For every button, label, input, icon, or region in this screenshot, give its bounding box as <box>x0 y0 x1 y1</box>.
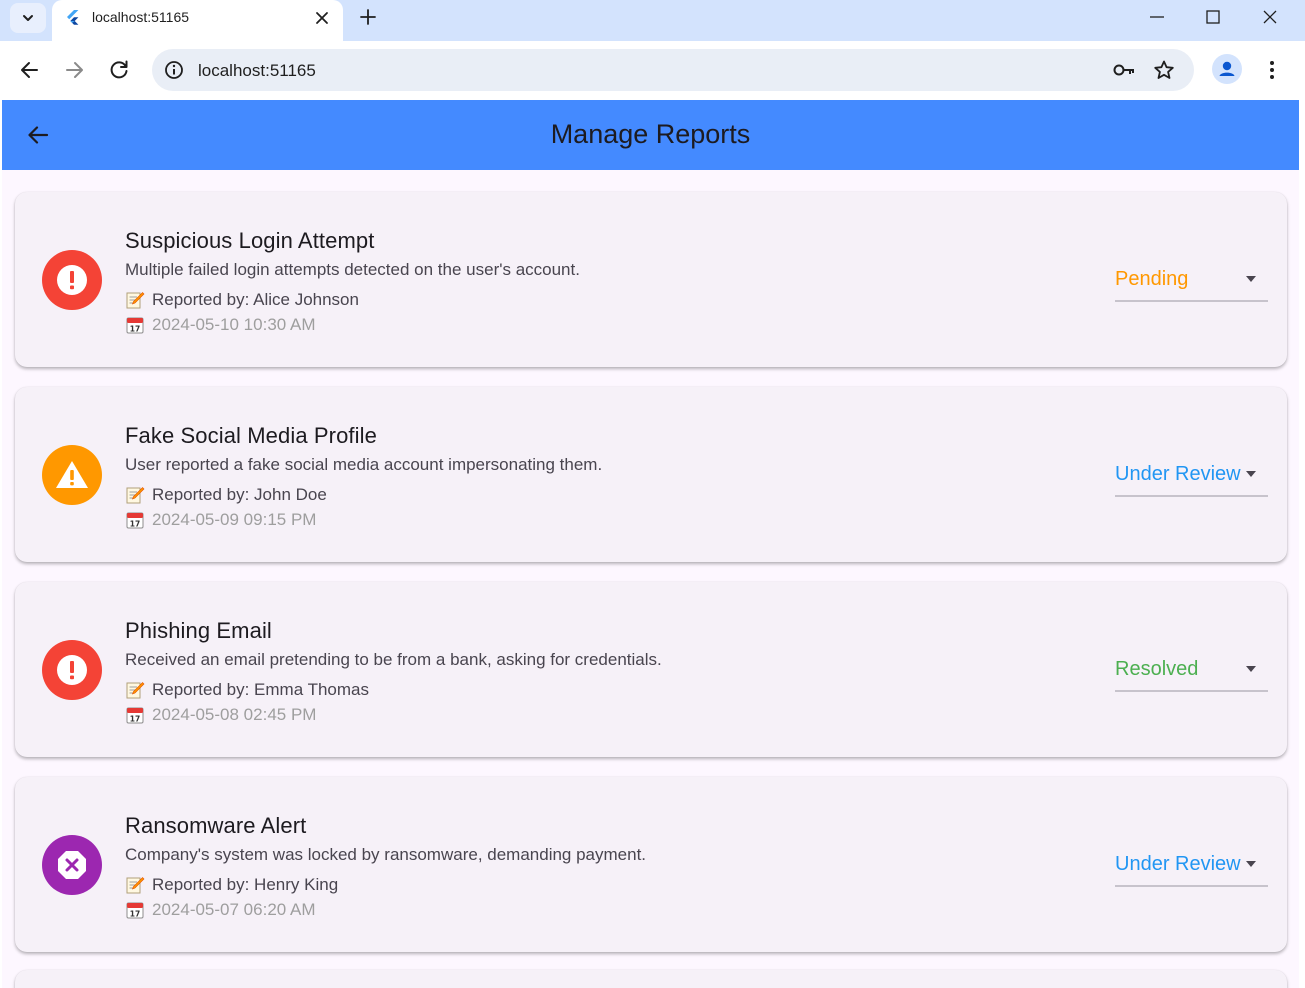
dangerous-icon <box>58 851 86 879</box>
svg-text:17: 17 <box>130 520 140 529</box>
report-reporter: Reported by: John Doe <box>125 485 327 505</box>
svg-text:17: 17 <box>130 325 140 334</box>
memo-icon <box>126 682 145 699</box>
star-icon[interactable] <box>1152 59 1176 81</box>
date-text: 2024-05-07 06:20 AM <box>152 900 316 919</box>
browser-tabstrip: localhost:51165 <box>0 0 1305 41</box>
error-icon <box>57 655 87 685</box>
address-bar[interactable]: localhost:51165 <box>152 49 1194 91</box>
report-title: Suspicious Login Attempt <box>125 228 375 253</box>
report-avatar <box>42 445 102 505</box>
report-card[interactable]: Ransomware Alert Company's system was lo… <box>15 777 1287 952</box>
status-value: Resolved <box>1115 658 1199 680</box>
report-title: Fake Social Media Profile <box>125 423 377 448</box>
report-card[interactable] <box>15 970 1287 988</box>
report-card[interactable]: Phishing Email Received an email pretend… <box>15 582 1287 757</box>
status-dropdown[interactable]: Pending <box>1115 262 1268 302</box>
reporter-text: Reported by: Alice Johnson <box>152 290 359 309</box>
reporter-text: Reported by: Emma Thomas <box>152 680 369 699</box>
reports-list: Suspicious Login Attempt Multiple failed… <box>2 170 1299 988</box>
app-bar: Manage Reports <box>2 100 1299 170</box>
status-dropdown[interactable]: Under Review <box>1115 847 1268 887</box>
report-description: User reported a fake social media accoun… <box>125 455 603 474</box>
chevron-down-icon <box>23 15 33 21</box>
warning-icon <box>56 461 88 488</box>
date-text: 2024-05-08 02:45 PM <box>152 705 317 724</box>
person-icon <box>1219 61 1235 76</box>
arrow-left-icon[interactable] <box>17 57 43 83</box>
status-value: Under Review <box>1115 853 1241 875</box>
page-title: Manage Reports <box>550 119 751 149</box>
tab-search-button[interactable] <box>10 3 46 33</box>
maximize-icon[interactable] <box>1201 6 1225 28</box>
reload-icon[interactable] <box>106 57 132 83</box>
flutter-icon <box>67 10 79 25</box>
tab-title: localhost:51165 <box>92 9 190 25</box>
info-icon[interactable] <box>164 60 184 80</box>
report-title: Phishing Email <box>125 618 272 643</box>
url-text[interactable]: localhost:51165 <box>198 61 316 81</box>
report-reporter: Reported by: Emma Thomas <box>125 680 369 700</box>
calendar-icon: 17 <box>126 317 144 334</box>
reporter-text: Reported by: Henry King <box>152 875 339 894</box>
close-icon[interactable] <box>312 8 332 28</box>
status-value: Under Review <box>1115 463 1241 485</box>
report-description: Received an email pretending to be from … <box>125 650 662 669</box>
arrow-right-icon[interactable] <box>61 57 87 83</box>
memo-icon <box>126 487 145 504</box>
report-card[interactable]: Fake Social Media Profile User reported … <box>15 387 1287 562</box>
date-text: 2024-05-09 09:15 PM <box>152 510 317 529</box>
caret-down-icon <box>1246 471 1256 477</box>
svg-text:17: 17 <box>130 910 140 919</box>
report-reporter: Reported by: Henry King <box>125 875 338 895</box>
window-close-icon[interactable] <box>1258 6 1282 28</box>
report-description: Company's system was locked by ransomwar… <box>125 845 647 864</box>
report-description: Multiple failed login attempts detected … <box>125 260 580 279</box>
report-title: Ransomware Alert <box>125 813 307 838</box>
status-dropdown[interactable]: Under Review <box>1115 457 1268 497</box>
profile-button[interactable] <box>1212 54 1242 84</box>
caret-down-icon <box>1246 276 1256 282</box>
report-date: 17 2024-05-10 10:30 AM <box>125 315 316 335</box>
report-reporter: Reported by: Alice Johnson <box>125 290 359 310</box>
minimize-icon[interactable] <box>1145 6 1169 28</box>
date-text: 2024-05-10 10:30 AM <box>152 315 316 334</box>
status-value: Pending <box>1115 268 1189 290</box>
browser-toolbar: localhost:51165 <box>0 41 1305 100</box>
caret-down-icon <box>1246 666 1256 672</box>
browser-tab[interactable]: localhost:51165 <box>52 0 343 41</box>
memo-icon <box>126 292 145 309</box>
svg-text:17: 17 <box>130 715 140 724</box>
caret-down-icon <box>1246 861 1256 867</box>
key-icon[interactable] <box>1112 60 1136 80</box>
calendar-icon: 17 <box>126 902 144 919</box>
report-avatar <box>42 835 102 895</box>
report-date: 17 2024-05-07 06:20 AM <box>125 900 316 920</box>
status-dropdown[interactable]: Resolved <box>1115 652 1268 692</box>
more-vert-icon[interactable] <box>1262 57 1282 83</box>
reporter-text: Reported by: John Doe <box>152 485 327 504</box>
report-card[interactable]: Suspicious Login Attempt Multiple failed… <box>15 192 1287 367</box>
memo-icon <box>126 877 145 894</box>
report-date: 17 2024-05-09 09:15 PM <box>125 510 316 530</box>
plus-icon[interactable] <box>357 6 379 28</box>
report-avatar <box>42 250 102 310</box>
error-icon <box>57 265 87 295</box>
calendar-icon: 17 <box>126 707 144 724</box>
report-date: 17 2024-05-08 02:45 PM <box>125 705 316 725</box>
calendar-icon: 17 <box>126 512 144 529</box>
report-avatar <box>42 640 102 700</box>
